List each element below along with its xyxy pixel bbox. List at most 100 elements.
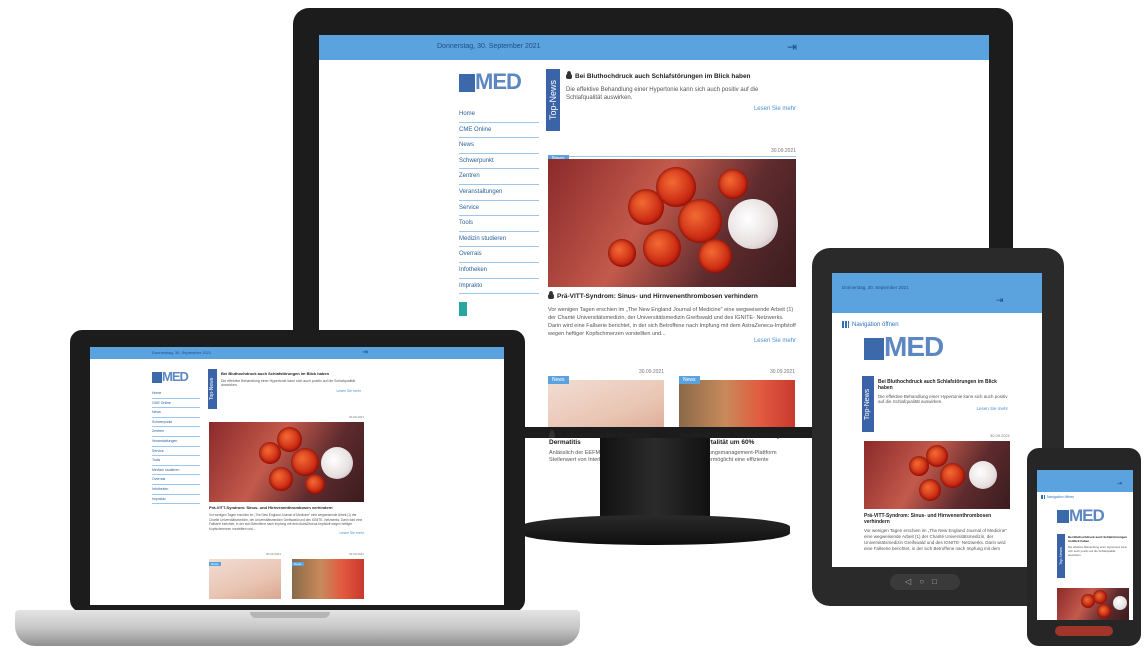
top-news-label: Top-News <box>208 369 217 409</box>
article-card[interactable]: News 30.09.2021 <box>209 552 281 599</box>
nav-item-zentren[interactable]: Zentren <box>459 169 539 185</box>
card-date: 30.09.2021 <box>265 552 281 556</box>
nav-item-infotheken[interactable]: Infotheken <box>459 263 539 279</box>
logo-text: MED <box>475 69 522 94</box>
topbar: ⇥ <box>1037 470 1133 492</box>
nav-item-imprakto[interactable]: Imprakto <box>152 495 200 505</box>
top-news-more-link[interactable]: Lesen Sie mehr <box>566 106 796 112</box>
nav-toggle[interactable]: Navigation öffnen <box>1041 495 1075 500</box>
featured-headline[interactable]: Prä-VITT-Syndrom: Sinus- und Hirnvenenth… <box>548 290 796 300</box>
nav-item-veranstaltungen[interactable]: Veranstaltungen <box>152 437 200 447</box>
logo-mark-icon <box>152 372 162 384</box>
nav-item-imprakto[interactable]: Imprakto <box>459 279 539 295</box>
sidebar: MED Home CME Online News Schwerpunkt Zen… <box>459 69 539 369</box>
featured-more-link[interactable]: Lesen Sie mehr <box>209 531 364 535</box>
nav-item-overrais[interactable]: Overrais <box>152 475 200 485</box>
nav-item-home[interactable]: Home <box>459 107 539 123</box>
nav-item-schwerpunkt[interactable]: Schwerpunkt <box>459 154 539 170</box>
lock-icon <box>549 429 555 438</box>
featured-more-link[interactable]: Lesen Sie mehr <box>548 338 796 344</box>
top-news-block: Bei Bluthochdruck auch Schlafstörungen i… <box>566 70 796 133</box>
top-news-teaser: Die effektive Behandlung einer Hypertoni… <box>1068 545 1128 557</box>
sign-out-icon[interactable]: ⇥ <box>1117 480 1122 487</box>
featured-body: Vor wenigen Tagen erschien im „The New E… <box>548 307 796 337</box>
sign-out-icon[interactable]: ⇥ <box>362 348 368 356</box>
nav-toggle-label: Navigation öffnen <box>852 322 899 329</box>
nav-item-zentren[interactable]: Zentren <box>152 427 200 437</box>
site-logo[interactable]: MED <box>152 369 200 384</box>
sign-out-icon[interactable]: ⇥ <box>787 40 797 54</box>
logo-mark-icon <box>1057 510 1069 524</box>
laptop-screen: Donnerstag, 30. September 2021 ⇥ MED Hom… <box>90 347 504 605</box>
top-news-more-link[interactable]: Lesen Sie mehr <box>878 406 1008 411</box>
card-date: 30.09.2021 <box>638 369 664 375</box>
tablet-screen: Donnerstag, 30. September 2021 ⇥ Navigat… <box>832 273 1042 567</box>
featured-headline[interactable]: Prä-VITT-Syndrom: Sinus- und Hirnvenenth… <box>209 505 364 510</box>
featured-article[interactable]: News30.09.2021 Prä-VITT-Syndrom: Sinus- … <box>209 415 364 535</box>
article-card[interactable]: News 30.09.2021 <box>679 368 795 427</box>
top-news-teaser: Die effektive Behandlung einer Hypertoni… <box>566 87 759 101</box>
top-news-block: Bei Bluthochdruck auch Schlafstörungen i… <box>221 371 361 393</box>
top-news-label: Top-News <box>862 376 874 432</box>
site-logo[interactable]: MED <box>459 69 539 95</box>
top-news-headline[interactable]: Bei Bluthochdruck auch Schlafstörungen i… <box>221 371 361 376</box>
topbar: Donnerstag, 30. September 2021 ⇥ <box>90 347 504 359</box>
nav-item-medizin[interactable]: Medizin studieren <box>152 466 200 476</box>
card-badge: News <box>209 562 221 566</box>
lock-icon <box>548 290 554 299</box>
topbar: Donnerstag, 30. September 2021 ⇥ <box>319 35 989 60</box>
top-news-headline-text: Bei Bluthochdruck auch Schlafstörungen i… <box>575 73 751 80</box>
nav-toggle-label: Navigation öffnen <box>1047 495 1075 499</box>
top-news-label: Top-News <box>1057 534 1065 578</box>
logo-text: MED <box>1069 506 1105 525</box>
featured-image <box>548 159 796 287</box>
featured-headline[interactable]: Prä-VITT-Syndrom: Sinus- und Hirnvenenth… <box>864 513 1010 525</box>
nav-item-service[interactable]: Service <box>152 447 200 457</box>
laptop-notch <box>250 612 330 618</box>
nav-item-schwerpunkt[interactable]: Schwerpunkt <box>152 418 200 428</box>
top-news-headline[interactable]: Bei Bluthochdruck auch Schlafstörungen i… <box>878 379 1008 391</box>
nav-item-tools[interactable]: Tools <box>152 456 200 466</box>
nav-item-medizin[interactable]: Medizin studieren <box>459 232 539 248</box>
nav-item-infotheken[interactable]: Infotheken <box>152 485 200 495</box>
card-badge: News <box>292 562 304 566</box>
featured-date: 30.09.2021 <box>770 148 796 154</box>
sign-out-icon[interactable]: ⇥ <box>996 295 1004 306</box>
nav-item-cme[interactable]: CME Online <box>152 399 200 409</box>
top-news-headline[interactable]: Bei Bluthochdruck auch Schlafstörungen i… <box>1068 535 1128 543</box>
nav-item-tools[interactable]: Tools <box>459 216 539 232</box>
nav-item-news[interactable]: News <box>459 138 539 154</box>
site-logo[interactable]: MED <box>1057 506 1105 526</box>
nav-item-cme[interactable]: CME Online <box>459 123 539 139</box>
featured-headline-text: Prä-VITT-Syndrom: Sinus- und Hirnvenenth… <box>557 293 758 300</box>
top-news-teaser: Die effektive Behandlung einer Hypertoni… <box>221 379 356 387</box>
logo-mark-icon <box>864 337 884 360</box>
topbar-date: Donnerstag, 30. September 2021 <box>152 350 212 355</box>
nav-list: Home CME Online News Schwerpunkt Zentren… <box>152 389 200 505</box>
article-card[interactable]: News 30.09.2021 <box>548 368 664 427</box>
article-card[interactable]: News 30.09.2021 <box>292 552 364 599</box>
nav-item-veranstaltungen[interactable]: Veranstaltungen <box>459 185 539 201</box>
featured-article[interactable]: News 30.09.2021 Prä-VITT-Syndrom: Sinus-… <box>548 147 796 362</box>
lock-icon <box>566 70 572 79</box>
top-news-block: Bei Bluthochdruck auch Schlafstörungen i… <box>878 379 1008 411</box>
monitor-stand-base <box>520 515 790 545</box>
tablet-nav-bar: ◁○□ <box>890 574 960 590</box>
card-image-skin <box>548 380 664 427</box>
nav-toggle[interactable]: Navigation öffnen <box>842 321 899 328</box>
monitor-stand-neck <box>600 438 710 518</box>
featured-image <box>864 441 1010 509</box>
top-news-more-link[interactable]: Lesen Sie mehr <box>221 389 361 393</box>
topbar: Donnerstag, 30. September 2021 ⇥ <box>832 273 1042 313</box>
top-news-teaser: Die effektive Behandlung einer Hypertoni… <box>878 394 1008 404</box>
nav-item-news[interactable]: News <box>152 408 200 418</box>
nav-item-service[interactable]: Service <box>459 201 539 217</box>
featured-article[interactable]: News30.09.2021 Prä-VITT-Syndrom: Sinus- … <box>864 433 1010 552</box>
site-logo[interactable]: MED <box>864 331 944 363</box>
phone: ⇥ Navigation öffnen MED Top-News Bei Blu… <box>1027 448 1141 646</box>
nav-item-overrais[interactable]: Overrais <box>459 247 539 263</box>
featured-body: Vor wenigen Tagen erschien im „The New E… <box>864 528 1007 551</box>
nav-item-home[interactable]: Home <box>152 389 200 399</box>
top-news-label: Top-News <box>546 69 560 131</box>
top-news-headline[interactable]: Bei Bluthochdruck auch Schlafstörungen i… <box>566 70 796 80</box>
